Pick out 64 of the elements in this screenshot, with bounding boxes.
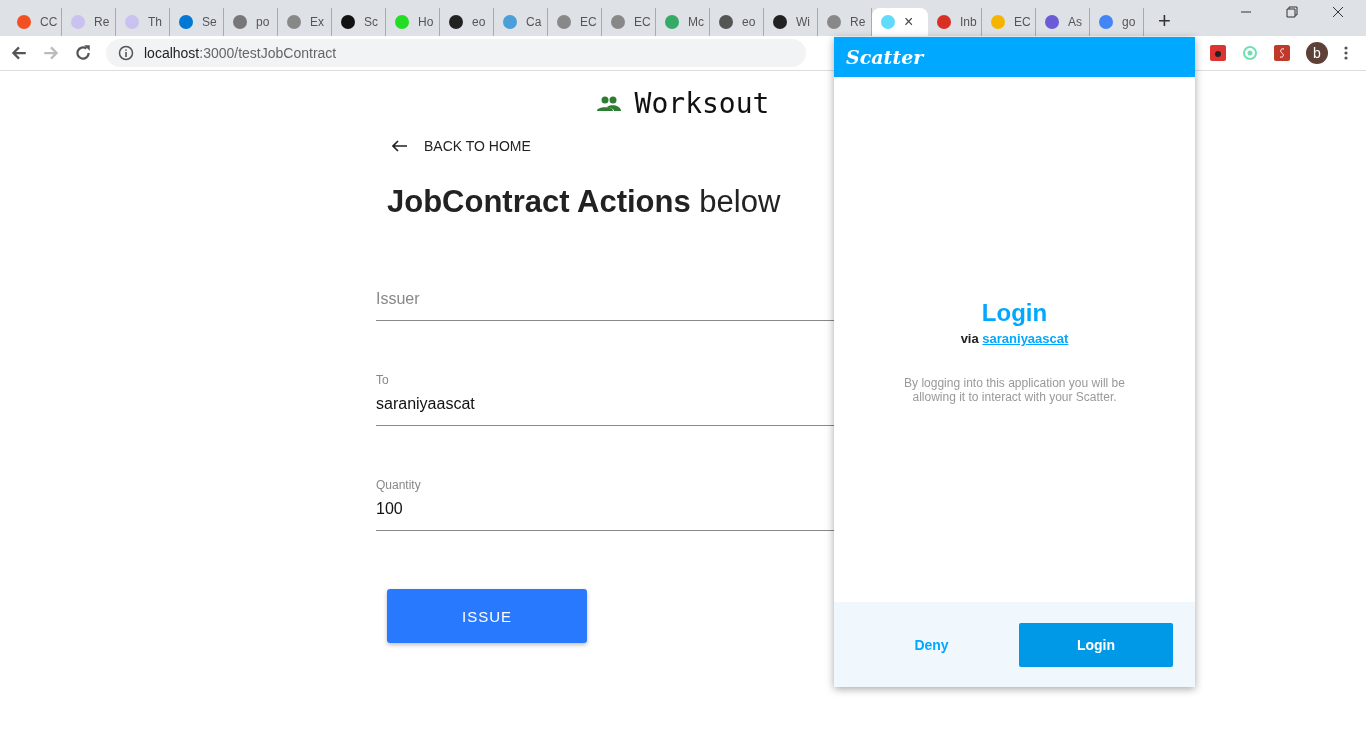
info-icon[interactable] <box>118 45 134 61</box>
browser-tab[interactable]: Ho <box>386 8 440 36</box>
back-arrow-icon[interactable] <box>392 140 408 152</box>
new-tab-button[interactable]: + <box>1158 8 1171 34</box>
account-line: via saraniyaascat <box>960 331 1069 346</box>
browser-tab[interactable]: Re <box>62 8 116 36</box>
extension-icon[interactable] <box>1210 45 1226 61</box>
site-icon <box>1098 14 1114 30</box>
site-icon <box>664 14 680 30</box>
site-icon <box>502 14 518 30</box>
browser-tab[interactable]: Sc <box>332 8 386 36</box>
back-link[interactable]: BACK TO HOME <box>392 138 531 154</box>
browser-tab[interactable]: Th <box>116 8 170 36</box>
site-icon <box>16 14 32 30</box>
issue-button[interactable]: ISSUE <box>387 589 587 643</box>
browser-tab[interactable]: eo <box>710 8 764 36</box>
site-icon <box>286 14 302 30</box>
browser-tab[interactable]: Inb <box>928 8 982 36</box>
close-icon[interactable] <box>1332 6 1344 18</box>
site-icon <box>1044 14 1060 30</box>
back-icon[interactable] <box>10 44 28 62</box>
close-tab-button[interactable]: × <box>904 13 914 31</box>
site-icon <box>556 14 572 30</box>
reload-icon[interactable] <box>74 44 92 62</box>
browser-tab[interactable]: po <box>224 8 278 36</box>
page-heading: JobContract Actions below <box>387 184 781 220</box>
browser-tab[interactable]: Se <box>170 8 224 36</box>
scatter-logo: Scatter <box>846 46 924 68</box>
browser-tab[interactable]: Re <box>818 8 872 36</box>
browser-tab[interactable]: Ex <box>278 8 332 36</box>
browser-tab[interactable]: As <box>1036 8 1090 36</box>
site-icon <box>936 14 952 30</box>
site-icon <box>340 14 356 30</box>
site-icon <box>826 14 842 30</box>
browser-tab[interactable]: EC <box>548 8 602 36</box>
site-icon <box>718 14 734 30</box>
login-button[interactable]: Login <box>1019 622 1173 667</box>
site-icon <box>178 14 194 30</box>
menu-icon[interactable] <box>1344 45 1348 61</box>
browser-tab[interactable]: × <box>872 8 928 36</box>
profile-avatar[interactable]: b <box>1306 42 1328 64</box>
address-bar[interactable]: localhost:3000/testJobContract <box>106 39 806 67</box>
restore-icon[interactable] <box>1286 6 1298 18</box>
site-icon <box>772 14 788 30</box>
site-icon <box>70 14 86 30</box>
site-icon <box>124 14 140 30</box>
site-icon <box>394 14 410 30</box>
people-icon <box>596 95 621 112</box>
app-title: Worksout <box>634 87 770 120</box>
browser-tab[interactable]: CC <box>8 8 62 36</box>
browser-tab[interactable]: Wi <box>764 8 818 36</box>
browser-tab[interactable]: Mc <box>656 8 710 36</box>
login-title: Login <box>981 299 1048 327</box>
site-icon <box>610 14 626 30</box>
browser-tab[interactable]: EC <box>602 8 656 36</box>
browser-tab[interactable]: EC <box>982 8 1036 36</box>
site-icon <box>880 14 896 30</box>
browser-tab[interactable]: go <box>1090 8 1144 36</box>
site-icon <box>990 14 1006 30</box>
site-icon <box>232 14 248 30</box>
extension-icon[interactable] <box>1274 45 1290 61</box>
site-icon <box>448 14 464 30</box>
browser-tab[interactable]: Ca <box>494 8 548 36</box>
browser-tab[interactable]: eo <box>440 8 494 36</box>
